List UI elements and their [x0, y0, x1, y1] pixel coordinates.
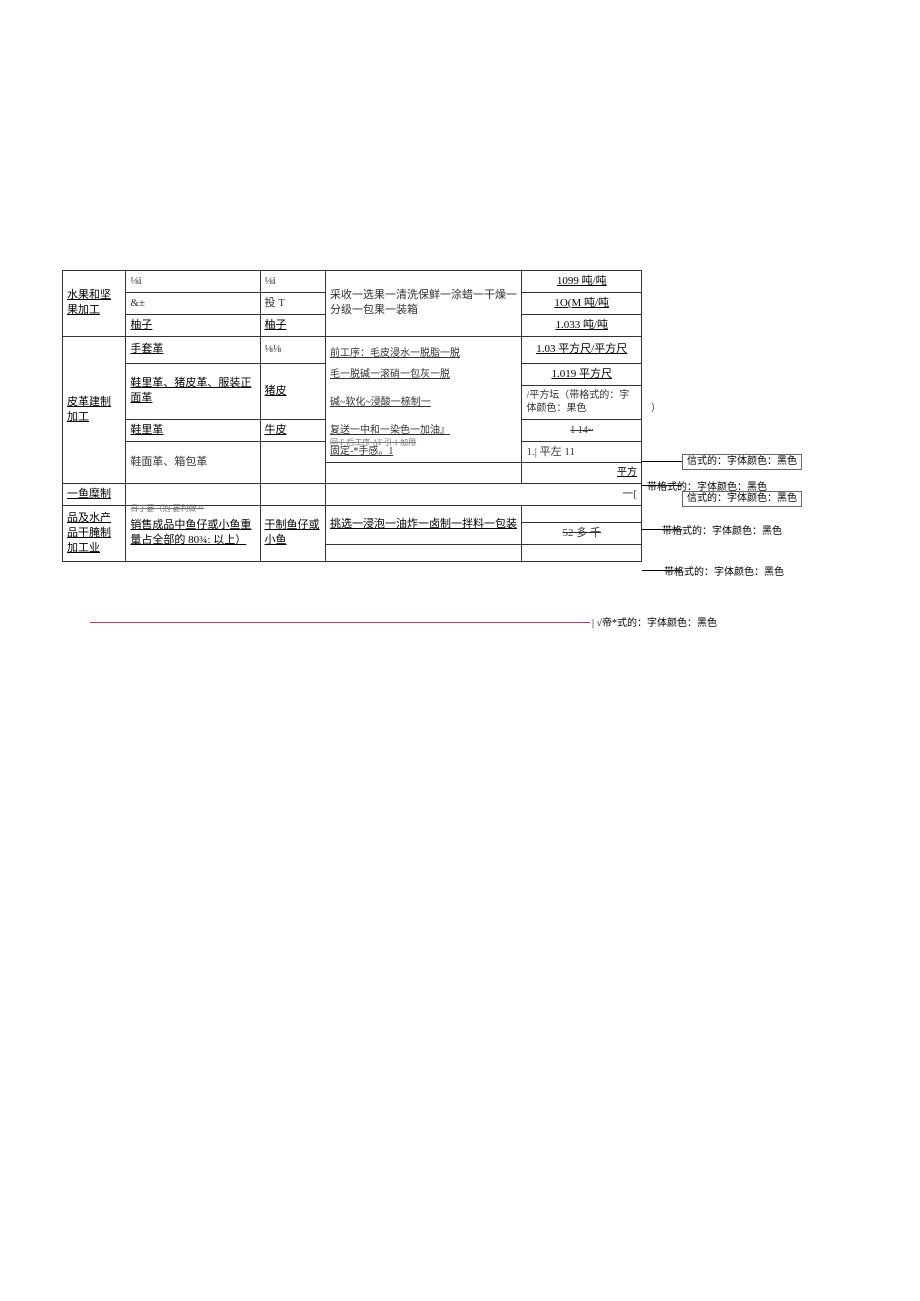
category-fish-a: 一鱼糜制 — [63, 483, 126, 505]
format-comment: 带格式的：字体颜色：黑色 — [664, 563, 784, 578]
document-page: 水果和坚果加工 ⅛i ⅛i 采收一选果一清洗保鲜一涂蜡一干燥一分级一包果一装箱 … — [62, 270, 858, 562]
fruit-process: 采收一选果一清洗保鲜一涂蜡一干燥一分级一包果一装箱 — [325, 271, 521, 337]
table-row: 水果和坚果加工 ⅛i ⅛i 采收一选果一清洗保鲜一涂蜡一干燥一分级一包果一装箱 … — [63, 271, 642, 293]
format-comment: 信式的：字体颜色：黑色 — [682, 491, 802, 507]
cell: /平方坛（带格式的：字体颜色：果色） — [522, 385, 642, 419]
cell: 鞋里革、猪皮革、服装正面革 — [126, 363, 260, 419]
process-line: 毛一脱碱一滚硝一包灰一脱 — [325, 363, 521, 385]
leader-line — [642, 461, 682, 462]
cell: ⅛i — [260, 271, 325, 293]
fish-process: 挑选一浸泡一油炸一卤制一拌料一包装 — [325, 505, 521, 544]
cell: 柚子 — [126, 314, 260, 336]
cell: 鞋里革 — [126, 419, 260, 441]
tiny-label: 日丁篓（泡 篓利做〃 — [130, 504, 204, 515]
cell: ⅛i — [126, 271, 260, 293]
category-fruit: 水果和坚果加工 — [63, 271, 126, 337]
process-line: 碱~软化~浸酸一榇制一 — [325, 385, 521, 419]
cell: 干制鱼仔或小鱼 — [260, 505, 325, 561]
cell: 1 14~ — [522, 419, 642, 441]
cell — [325, 463, 521, 484]
cell: 牛皮 — [260, 419, 325, 441]
cell: 1O(M 吨/吨 — [522, 292, 642, 314]
main-table: 水果和坚果加工 ⅛i ⅛i 采收一选果一清洗保鲜一涂蜡一干燥一分级一包果一装箱 … — [62, 270, 642, 562]
cell: 猪皮 — [260, 363, 325, 419]
fish-product: 日丁篓（泡 篓利做〃 销售成品中鱼仔或小鱼重量占全部的 80¾: 以上） — [126, 505, 260, 561]
format-comment: 信式的：字体颜色：黑色 — [682, 454, 802, 470]
cell: 52 多 千 — [522, 522, 642, 544]
cell: 柚子 — [260, 314, 325, 336]
cell — [522, 505, 642, 522]
cell — [325, 544, 521, 561]
cell — [126, 483, 260, 505]
cell: 投 T — [260, 292, 325, 314]
cell: 鞋面革、箱包革 — [126, 441, 260, 483]
leader-line — [642, 529, 682, 530]
leader-line — [642, 485, 682, 486]
tiny-strikethrough: 回 F 后工序 AT 引 1 加用 — [330, 438, 416, 449]
cell: 平方 — [522, 463, 642, 484]
cell: 1.019 平方尺 — [522, 363, 642, 385]
cell: 1.| 平左 11 — [522, 441, 642, 463]
cell — [522, 544, 642, 561]
cell: 1099 吨/吨 — [522, 271, 642, 293]
category-fish-b: 品及水产品干腌制加工业 — [63, 505, 126, 561]
footer-leader — [90, 622, 590, 623]
cell: 一[ — [325, 483, 641, 505]
footer-comment: | √帝*式的：字体颜色：黑色 — [592, 614, 717, 629]
table-row: 鞋里革 牛皮 复送一中和一染色一加油』 回 F 后工序 AT 引 1 加用 1 … — [63, 419, 642, 441]
cell: &± — [126, 292, 260, 314]
table-row: 一鱼糜制 一[ — [63, 483, 642, 505]
cell: 手套革 — [126, 336, 260, 363]
process-line: 前工序：毛皮浸水一脱脂一脱 — [325, 343, 521, 364]
cell: 1.03 平方尺/平方尺 — [522, 336, 642, 363]
cell — [260, 483, 325, 505]
category-leather: 皮革建制加工 — [63, 336, 126, 483]
cell — [260, 441, 325, 483]
table-row: 品及水产品干腌制加工业 日丁篓（泡 篓利做〃 销售成品中鱼仔或小鱼重量占全部的 … — [63, 505, 642, 522]
table-row: 鞋里革、猪皮革、服装正面革 猪皮 毛一脱碱一滚硝一包灰一脱 1.019 平方尺 — [63, 363, 642, 385]
process-line: 复送一中和一染色一加油』 回 F 后工序 AT 引 1 加用 — [325, 419, 521, 441]
cell: ⅛⅛ — [260, 336, 325, 363]
leader-line — [642, 570, 682, 571]
cell: 1.033 吨/吨 — [522, 314, 642, 336]
